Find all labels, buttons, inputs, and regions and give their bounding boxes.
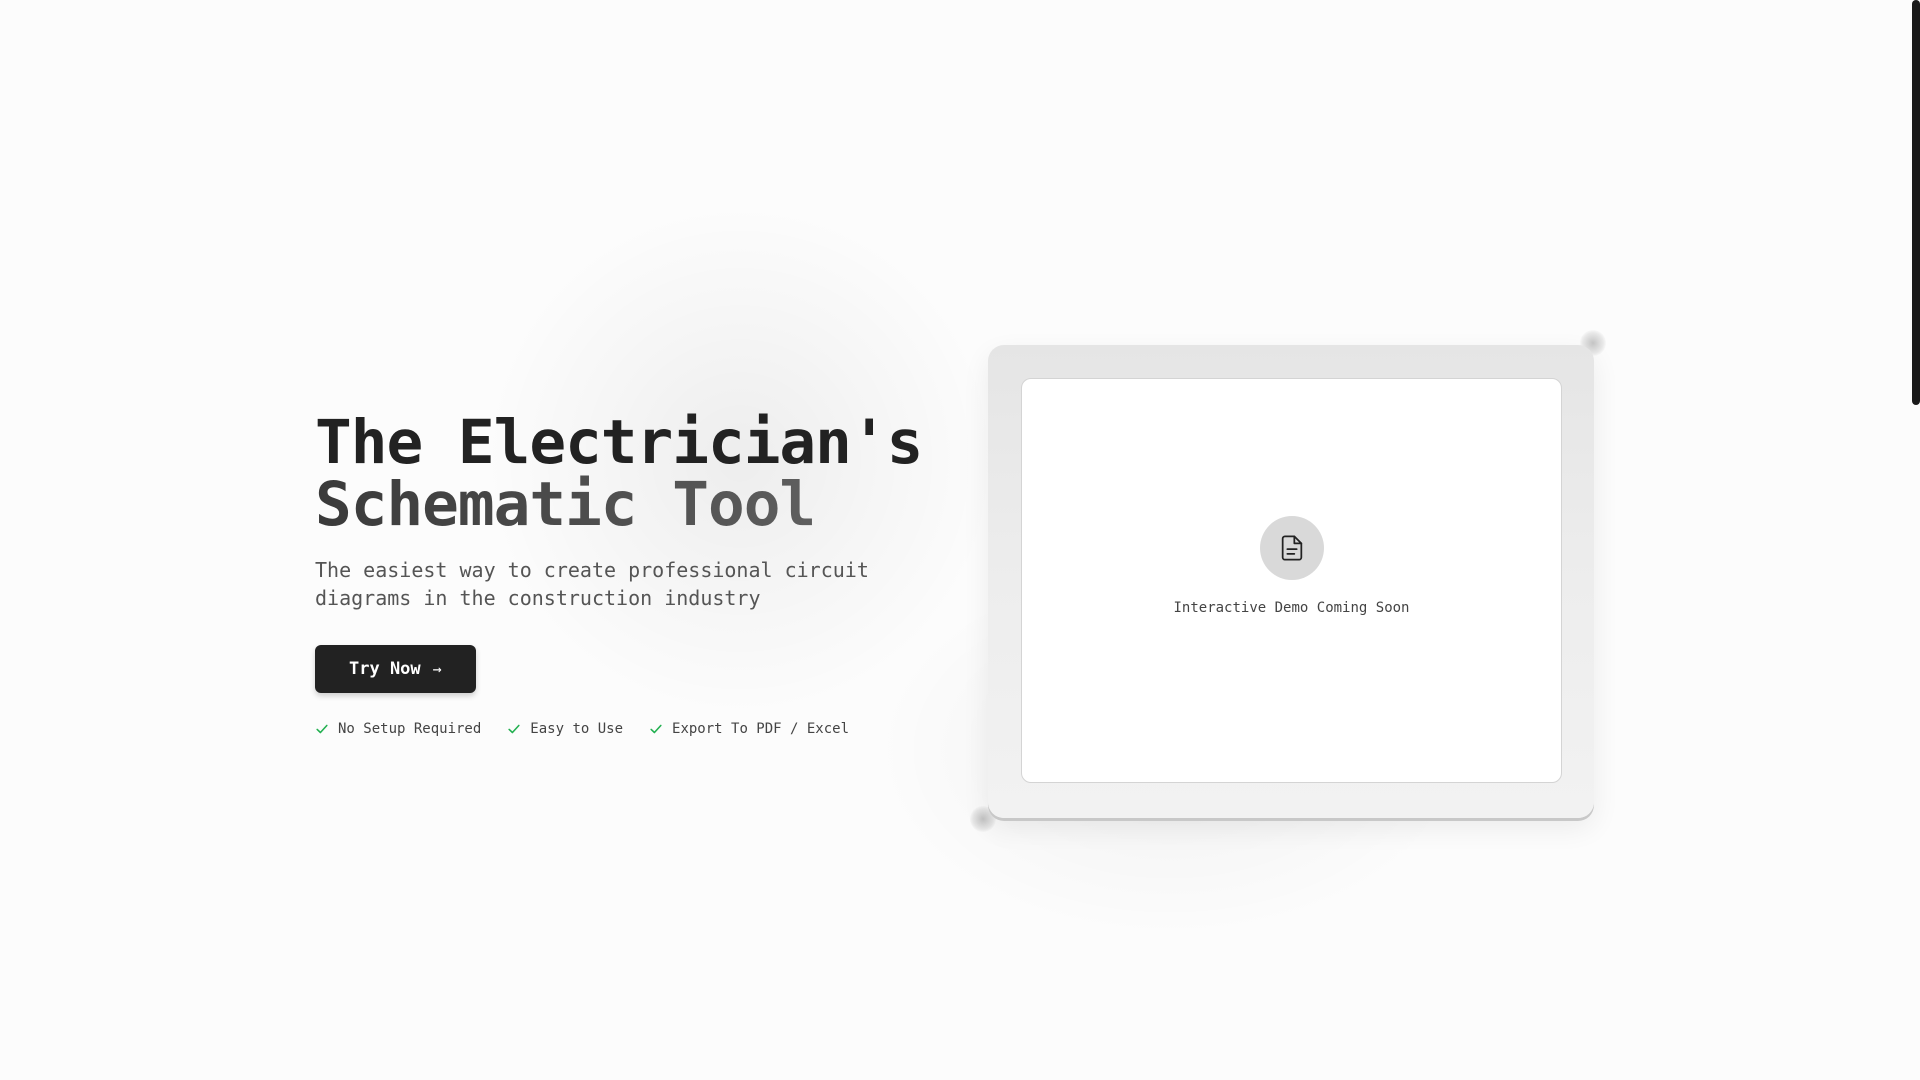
hero-title-line-1: The Electrician's bbox=[315, 407, 923, 478]
feature-label: No Setup Required bbox=[338, 721, 482, 737]
feature-label: Export To PDF / Excel bbox=[672, 721, 850, 737]
check-icon bbox=[650, 724, 662, 734]
check-icon bbox=[508, 724, 520, 734]
hero-title: The Electrician's Schematic Tool bbox=[315, 412, 955, 536]
feature-item: Export To PDF / Excel bbox=[649, 721, 849, 737]
demo-screen: Interactive Demo Coming Soon bbox=[1021, 378, 1562, 783]
arrow-right-icon: → bbox=[432, 660, 442, 678]
document-icon-badge bbox=[1259, 515, 1324, 580]
check-icon bbox=[316, 724, 328, 734]
scrollbar-thumb[interactable] bbox=[1912, 0, 1920, 405]
document-icon bbox=[1281, 534, 1302, 561]
demo-frame: Interactive Demo Coming Soon bbox=[988, 345, 1594, 818]
hero-title-line-2: Schematic Tool bbox=[315, 474, 955, 536]
feature-item: Easy to Use bbox=[507, 721, 623, 737]
hero-subtitle: The easiest way to create professional c… bbox=[315, 558, 869, 610]
landing-page: The Electrician's Schematic Tool The eas… bbox=[0, 0, 1920, 1080]
feature-list: No Setup Required Easy to Use Export To … bbox=[315, 721, 955, 737]
feature-label: Easy to Use bbox=[530, 721, 624, 737]
demo-coming-soon-text: Interactive Demo Coming Soon bbox=[1173, 599, 1410, 616]
try-now-label: Try Now bbox=[349, 659, 421, 679]
feature-item: No Setup Required bbox=[315, 721, 481, 737]
try-now-button[interactable]: Try Now → bbox=[315, 645, 476, 693]
hero-section: The Electrician's Schematic Tool The eas… bbox=[315, 412, 955, 737]
